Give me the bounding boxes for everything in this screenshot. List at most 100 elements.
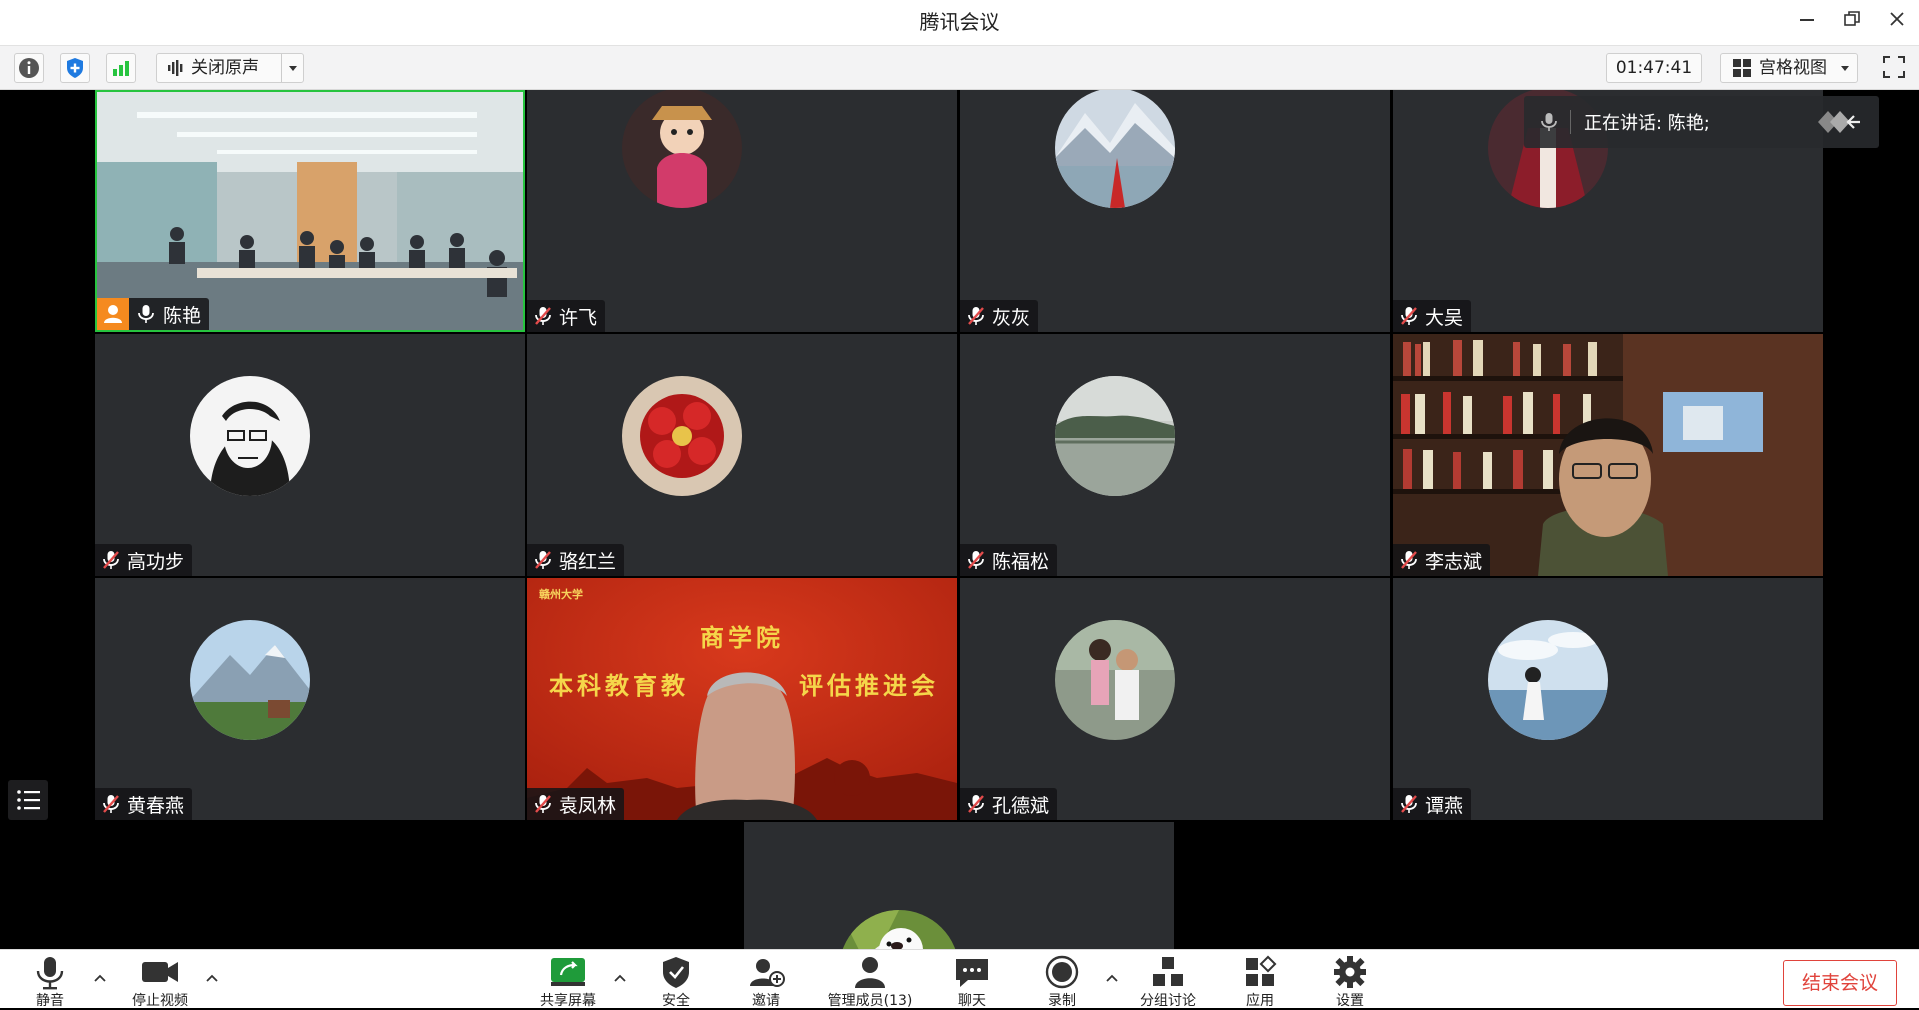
avatar (1055, 620, 1175, 740)
participant-tile[interactable]: 陈福松 (960, 334, 1390, 576)
meeting-info-button[interactable] (14, 53, 44, 83)
participant-name: 陈福松 (992, 550, 1050, 573)
microphone-muted-icon (968, 307, 984, 325)
chat-label: 聊天 (958, 993, 986, 1009)
audio-options-button[interactable] (92, 972, 108, 986)
window-title: 腾讯会议 (919, 10, 1000, 34)
participant-name: 大吴 (1425, 306, 1464, 329)
share-screen-icon (551, 958, 585, 986)
apps-button[interactable]: 应用 (1212, 954, 1308, 1010)
security-label: 安全 (662, 993, 690, 1009)
speaking-text: 正在讲话: 陈艳; (1584, 113, 1710, 134)
record-options-button[interactable] (1104, 972, 1120, 986)
meeting-control-bar: 静音 停止视频 共享屏幕 安全 邀请 管理成员(13) 聊天 录制 分组讨论 应… (0, 949, 1919, 1010)
participant-tile[interactable]: 陈艳 (95, 90, 525, 332)
info-icon (19, 58, 39, 78)
fullscreen-button[interactable] (1880, 53, 1910, 83)
security-status-button[interactable] (60, 53, 90, 83)
microphone-icon (138, 305, 154, 323)
chevron-down-icon[interactable] (287, 62, 299, 74)
participant-name-tag: 高功步 (95, 544, 193, 576)
avatar (190, 376, 310, 496)
apps-label: 应用 (1246, 993, 1274, 1009)
manage-members-button[interactable]: 管理成员(13) (820, 954, 920, 1010)
avatar (1488, 620, 1608, 740)
manage-members-label: 管理成员(13) (827, 993, 913, 1009)
chevron-up-icon (94, 974, 106, 982)
participant-name-tag: 许飞 (527, 300, 606, 332)
breakout-button[interactable]: 分组讨论 (1120, 954, 1216, 1010)
participant-name-tag: 李志斌 (1393, 544, 1491, 576)
chat-button[interactable]: 聊天 (924, 954, 1020, 1010)
participant-name: 李志斌 (1425, 550, 1483, 573)
avatar (622, 90, 742, 208)
meeting-room-video (97, 92, 523, 330)
participant-name: 高功步 (127, 550, 185, 573)
meeting-timer: 01:47:41 (1606, 53, 1702, 83)
participant-tile[interactable]: 骆红兰 (527, 334, 957, 576)
mute-label: 静音 (36, 993, 64, 1009)
end-meeting-button[interactable]: 结束会议 (1783, 960, 1897, 1006)
participant-list-toggle[interactable] (8, 780, 48, 820)
invite-label: 邀请 (752, 993, 780, 1009)
participant-tile[interactable]: 灰灰 (960, 90, 1390, 332)
original-sound-label: 关闭原声 (191, 58, 259, 78)
mute-button[interactable]: 静音 (2, 954, 98, 1010)
microphone-muted-icon (535, 307, 551, 325)
record-label: 录制 (1048, 993, 1076, 1009)
microphone-icon (1541, 113, 1557, 131)
list-icon (17, 790, 40, 810)
participant-name-tag: 黄春燕 (95, 788, 193, 820)
microphone-muted-icon (535, 795, 551, 813)
invite-button[interactable]: 邀请 (718, 954, 814, 1010)
collapse-back-icon[interactable] (1814, 107, 1862, 137)
network-status-button[interactable] (106, 53, 136, 83)
microphone-muted-icon (1401, 551, 1417, 569)
divider (281, 54, 282, 82)
restore-button[interactable] (1830, 0, 1874, 45)
video-options-button[interactable] (204, 972, 220, 986)
chevron-down-icon (1841, 66, 1849, 71)
title-bar: 腾讯会议 (0, 0, 1919, 45)
slide-logo-text: 赣州大学 (539, 588, 583, 601)
self-video-tile[interactable] (744, 822, 1174, 949)
participant-name-tag: 骆红兰 (527, 544, 625, 576)
security-button[interactable]: 安全 (628, 954, 724, 1010)
record-icon (1045, 955, 1079, 989)
avatar (1055, 376, 1175, 496)
participant-tile[interactable]: 孔德斌 (960, 578, 1390, 820)
record-button[interactable]: 录制 (1014, 954, 1110, 1010)
participant-name: 谭燕 (1425, 794, 1464, 817)
participant-tile[interactable]: 许飞 (527, 90, 957, 332)
participant-tile[interactable]: 李志斌 (1393, 334, 1823, 576)
participant-tile[interactable]: 高功步 (95, 334, 525, 576)
share-options-button[interactable] (612, 972, 628, 986)
divider (1570, 110, 1571, 134)
minimize-button[interactable] (1785, 0, 1829, 45)
breakout-rooms-icon (1153, 957, 1183, 986)
participant-tile[interactable]: 谭燕 (1393, 578, 1823, 820)
microphone-muted-icon (1401, 307, 1417, 325)
share-screen-label: 共享屏幕 (540, 993, 596, 1009)
share-screen-button[interactable]: 共享屏幕 (520, 954, 616, 1010)
settings-button[interactable]: 设置 (1302, 954, 1398, 1010)
chevron-up-icon (206, 974, 218, 982)
close-button[interactable] (1875, 0, 1919, 45)
participant-tile[interactable]: 赣州大学 商学院 本科教育教 评估推进会 袁凤林 (527, 578, 957, 820)
stop-video-button[interactable]: 停止视频 (112, 954, 208, 1010)
view-mode-dropdown[interactable]: 宫格视图 (1720, 53, 1858, 83)
original-sound-toggle[interactable]: 关闭原声 (156, 53, 304, 83)
video-grid: 陈艳 许飞 灰灰 大吴 高功步 骆红兰 陈福松 李志斌 黄春燕 赣州大学 商学院… (0, 90, 1919, 949)
avatar (622, 376, 742, 496)
settings-label: 设置 (1336, 993, 1364, 1009)
fullscreen-icon (1883, 56, 1905, 78)
participant-name-tag: 谭燕 (1393, 788, 1472, 820)
microphone-icon (36, 957, 64, 990)
participant-name: 袁凤林 (559, 794, 617, 817)
meeting-toolbar: 关闭原声 01:47:41 宫格视图 (0, 45, 1919, 90)
add-user-icon (750, 959, 785, 987)
host-icon (97, 298, 129, 330)
participant-tile[interactable]: 黄春燕 (95, 578, 525, 820)
participant-name-tag: 灰灰 (960, 300, 1039, 332)
bookshelf-video (1393, 334, 1823, 576)
